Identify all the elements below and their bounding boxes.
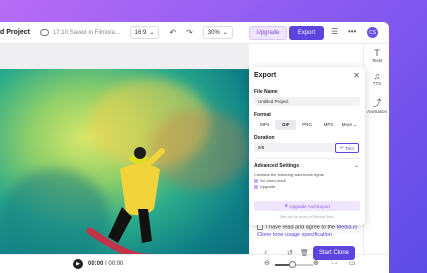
format-option[interactable]: PNG <box>296 120 317 130</box>
scissors-icon: ✂ <box>340 145 344 150</box>
close-icon[interactable]: ✕ <box>353 71 360 80</box>
format-more-option[interactable]: More ⌄ <box>339 120 360 130</box>
chevron-down-icon: ⌄ <box>222 30 228 36</box>
watermark-item: No video mark <box>254 178 286 183</box>
terms-text: I have read and agree to the <box>266 224 337 231</box>
upgrade-button[interactable]: Upgrade <box>249 26 287 40</box>
upgrade-item: Upgrade <box>254 184 275 189</box>
crown-icon: ♛ <box>284 203 289 208</box>
aspect-ratio-select[interactable]: 16:9 ⌄ <box>129 26 160 39</box>
format-option-selected[interactable]: GIF <box>275 120 297 130</box>
upgrade-and-export-label: Upgrade And Export <box>289 203 330 209</box>
animation-icon: ⤴ <box>372 98 382 108</box>
terms-agreement: I have read and agree to the Media.io Cl… <box>257 224 362 239</box>
format-label: Format <box>254 112 271 118</box>
sidebar-item-tts[interactable]: ♫ TTS <box>364 71 389 86</box>
more-icon[interactable]: ••• <box>348 27 356 36</box>
upgrade-and-export-button[interactable]: ♛ Upgrade And Export <box>254 201 360 211</box>
export-button[interactable]: Export <box>289 26 324 40</box>
zoom-slider-handle[interactable] <box>289 261 296 268</box>
redo-icon[interactable]: ↷ <box>186 28 193 37</box>
delete-icon[interactable]: 🗑 <box>300 249 309 257</box>
export-panel-title: Export <box>254 72 277 79</box>
advanced-settings-label[interactable]: Advanced Settings <box>254 163 299 169</box>
cloud-icon <box>39 29 49 36</box>
undo-icon[interactable]: ↶ <box>169 28 176 37</box>
share-list-icon[interactable]: ☰ <box>331 27 338 36</box>
upgrade-item-label: Upgrade <box>260 184 276 189</box>
preview-image <box>0 69 249 267</box>
time-display: 00:00 / 00:00 <box>88 261 123 267</box>
chevron-down-icon: ⌄ <box>149 30 155 36</box>
file-name-input[interactable]: Untitled Project <box>254 97 360 106</box>
total-time: 00:00 <box>108 261 124 267</box>
duration-field[interactable]: 8/8 <box>254 143 334 152</box>
format-option[interactable]: MP4 <box>254 120 275 130</box>
aspect-ratio-value: 16:9 <box>134 29 147 36</box>
zoom-select[interactable]: 30% ⌄ <box>202 26 233 39</box>
microphone-icon[interactable]: ♪ <box>264 249 268 256</box>
snowboarder-figure <box>86 147 165 261</box>
saved-status: 17:10 Saved in Filmora... <box>52 29 120 36</box>
fullscreen-icon[interactable]: ▭ <box>349 259 356 267</box>
zoom-out-icon[interactable]: ⊖ <box>264 259 270 267</box>
sidebar-item-label: TTS <box>372 81 382 86</box>
avatar[interactable]: CS <box>367 27 378 38</box>
zoom-in-icon[interactable]: ⊕ <box>313 259 319 267</box>
reset-icon[interactable]: ↺ <box>287 249 293 257</box>
sidebar-item-label: Animation <box>366 109 387 114</box>
play-button[interactable]: ▶ <box>73 259 83 269</box>
save-location-note: Files will be saved in FilmoraCloud. <box>279 215 335 219</box>
tts-icon: ♫ <box>373 71 381 81</box>
file-name-label: File Name <box>254 89 278 95</box>
watermark-item-label: No video mark <box>260 178 286 183</box>
right-sidebar: T Texts ♫ TTS ⤴ Animation <box>363 44 389 254</box>
sidebar-item-label: Texts <box>371 58 383 63</box>
text-icon: T <box>374 48 380 58</box>
chevron-down-icon[interactable]: ⌄ <box>354 162 359 169</box>
crown-icon <box>254 184 258 189</box>
trim-label: Trim <box>345 145 354 151</box>
current-time: 00:00 <box>88 261 104 267</box>
start-clone-button[interactable]: Start Clone <box>313 246 355 260</box>
duration-label: Duration <box>254 135 275 141</box>
format-options: MP4 GIF PNG MP3 More ⌄ <box>254 120 360 130</box>
crown-icon <box>254 178 258 183</box>
format-option[interactable]: MP3 <box>318 120 339 130</box>
sidebar-item-animation[interactable]: ⤴ Animation <box>364 96 389 114</box>
format-more-label: More <box>341 122 353 127</box>
advanced-description: Contains the following watermark rights <box>254 172 324 177</box>
preview-stage <box>0 44 249 267</box>
editor-window: d Project 17:10 Saved in Filmora... 16:9… <box>0 22 389 273</box>
fit-screen-icon[interactable]: ⛶ <box>332 259 337 267</box>
project-title: d Project <box>0 29 30 36</box>
trim-button[interactable]: ✂ Trim <box>335 143 359 153</box>
sidebar-item-texts[interactable]: T Texts <box>364 48 389 63</box>
divider <box>254 158 360 159</box>
zoom-value: 30% <box>207 29 220 36</box>
